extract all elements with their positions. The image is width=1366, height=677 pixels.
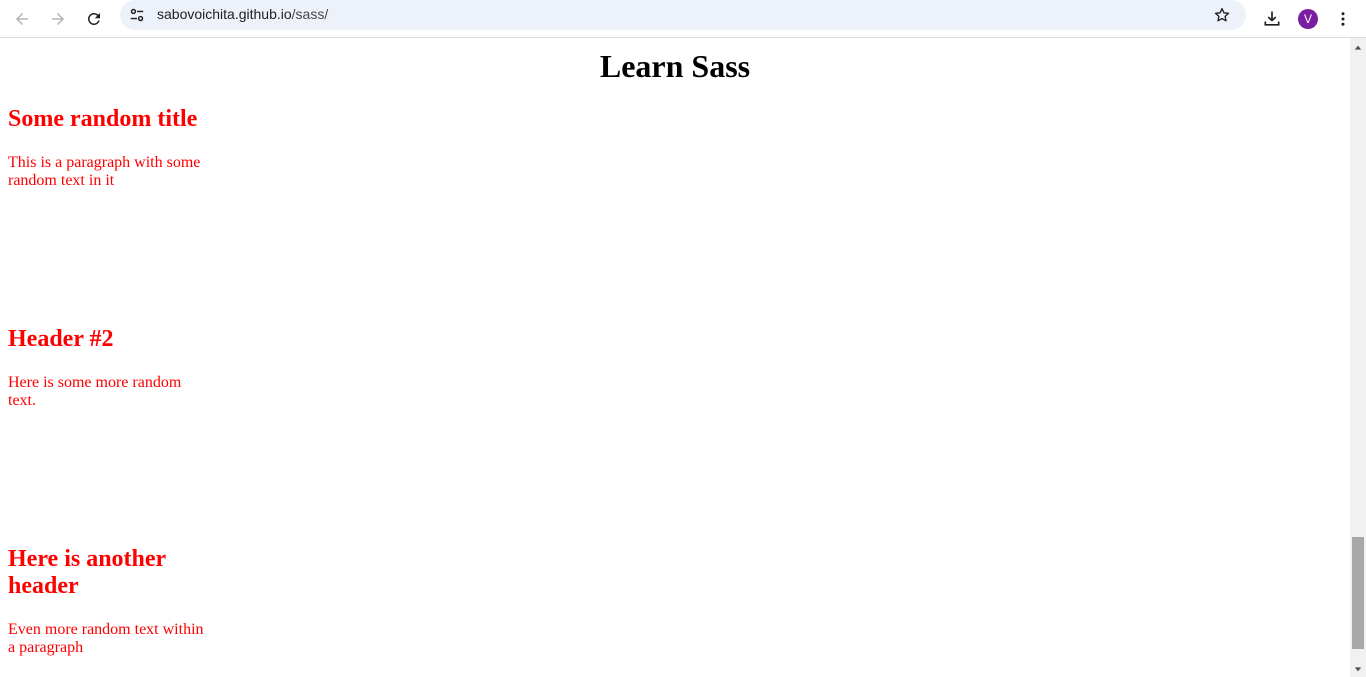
avatar: V xyxy=(1298,9,1318,29)
content-section: Here is another header Even more random … xyxy=(8,546,208,657)
section-paragraph: Here is some more random text. xyxy=(8,374,182,409)
url-text[interactable]: sabovoichita.github.io/sass/ xyxy=(157,6,328,23)
reload-button[interactable] xyxy=(78,3,110,35)
scroll-up-arrow-icon[interactable] xyxy=(1350,40,1366,56)
section-paragraph: Even more random text within a paragraph xyxy=(8,621,204,656)
kebab-menu-icon xyxy=(1341,12,1345,26)
forward-arrow-icon xyxy=(52,13,64,25)
url-host: sabovoichita.github.io xyxy=(157,6,292,22)
content-section: Header #2 Here is some more random text. xyxy=(8,326,208,410)
forward-button[interactable] xyxy=(42,3,74,35)
vertical-scrollbar[interactable] xyxy=(1350,38,1366,677)
section-heading: Some random title xyxy=(8,106,198,132)
section-heading: Header #2 xyxy=(8,326,114,352)
scroll-down-arrow-icon[interactable] xyxy=(1350,661,1366,677)
back-arrow-icon xyxy=(16,13,28,25)
scrollbar-thumb[interactable] xyxy=(1352,537,1364,649)
profile-button[interactable]: V xyxy=(1292,3,1324,35)
site-settings-icon[interactable] xyxy=(128,6,146,24)
content-section: Some random title This is a paragraph wi… xyxy=(8,106,208,190)
address-bar[interactable]: sabovoichita.github.io/sass/ xyxy=(120,0,1246,30)
reload-icon xyxy=(87,12,100,25)
back-button[interactable] xyxy=(6,3,38,35)
url-path: /sass/ xyxy=(291,6,329,22)
download-icon xyxy=(1264,11,1280,26)
menu-button[interactable] xyxy=(1327,3,1359,35)
section-heading: Here is another header xyxy=(8,546,166,599)
page-title: Learn Sass xyxy=(599,48,751,84)
browser-toolbar: sabovoichita.github.io/sass/ V xyxy=(0,0,1366,38)
section-paragraph: This is a paragraph with some random tex… xyxy=(8,154,201,189)
download-button[interactable] xyxy=(1256,3,1288,35)
page-viewport: Learn Sass Some random title This is a p… xyxy=(0,38,1350,677)
bookmark-star-icon[interactable] xyxy=(1212,5,1232,25)
